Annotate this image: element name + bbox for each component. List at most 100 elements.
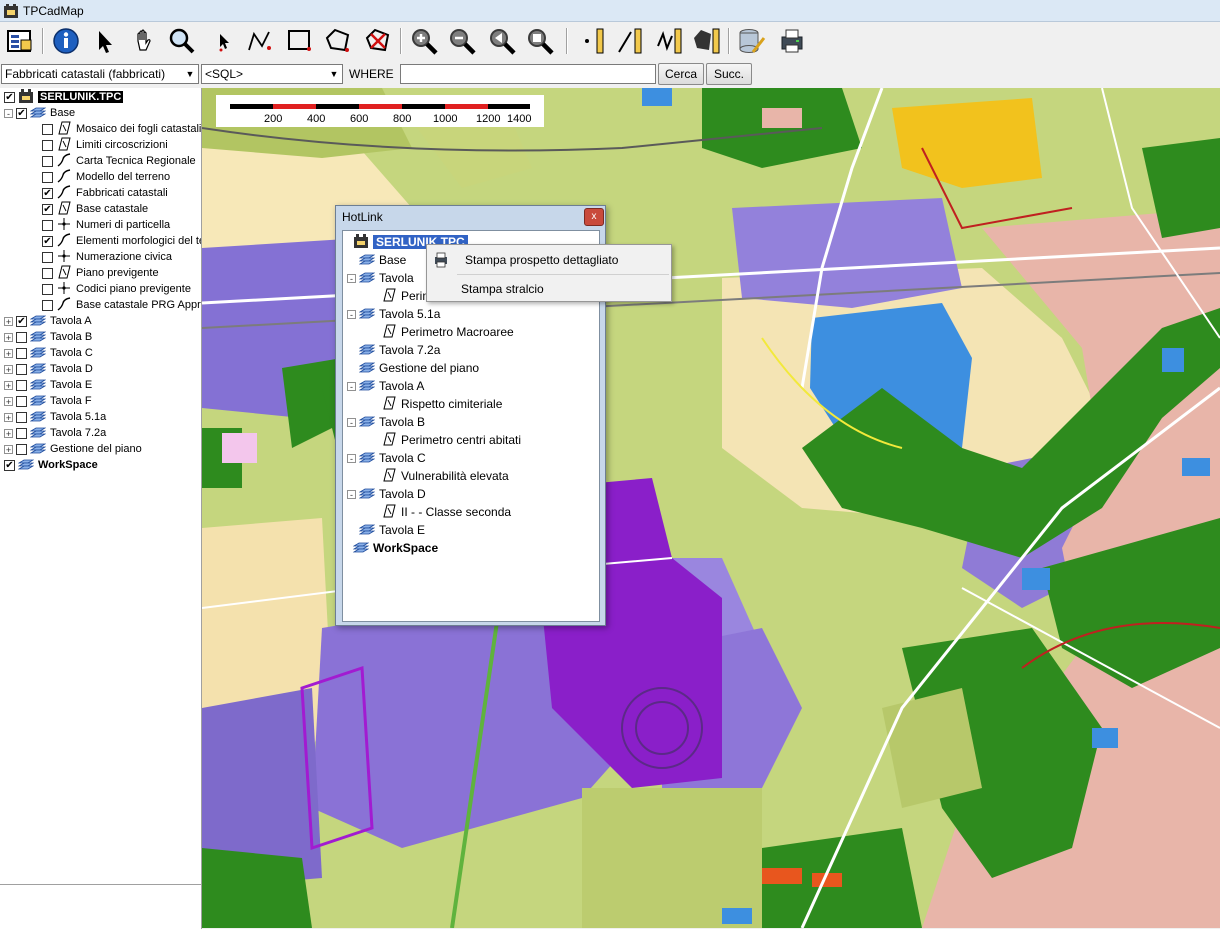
- layer-checkbox[interactable]: ✔: [16, 315, 27, 327]
- layer-checkbox[interactable]: [42, 267, 53, 279]
- layer-checkbox[interactable]: [16, 347, 27, 359]
- expand-toggle-icon[interactable]: +: [4, 316, 13, 326]
- select-polygon-icon[interactable]: [322, 25, 354, 57]
- info-icon[interactable]: [50, 25, 82, 57]
- layer-checkbox[interactable]: [42, 171, 53, 183]
- expand-toggle-icon[interactable]: +: [4, 396, 13, 406]
- select-line-icon[interactable]: [244, 25, 276, 57]
- expand-toggle-icon[interactable]: -: [347, 489, 356, 499]
- measure-polyline-icon[interactable]: [654, 25, 686, 57]
- hotlink-item[interactable]: Base: [359, 252, 406, 268]
- layer-checkbox[interactable]: [16, 411, 27, 423]
- find-button[interactable]: Cerca: [658, 63, 704, 85]
- next-button[interactable]: Succ.: [706, 63, 752, 85]
- expand-toggle-icon[interactable]: +: [4, 444, 13, 454]
- hotlink-item[interactable]: Gestione del piano: [359, 360, 479, 376]
- layer-manager-icon[interactable]: [4, 25, 36, 57]
- pan-hand-icon[interactable]: [128, 25, 160, 57]
- hotlink-item[interactable]: - Tavola C: [347, 450, 426, 466]
- chevron-down-icon[interactable]: ▼: [182, 65, 198, 83]
- expand-toggle-icon[interactable]: +: [4, 428, 13, 438]
- tree-layer-item[interactable]: ✔ Fabbricati catastali: [42, 184, 168, 201]
- tree-layer-item[interactable]: Codici piano previgente: [42, 281, 191, 297]
- layer-checkbox[interactable]: ✔: [4, 91, 15, 103]
- zoom-extent-icon[interactable]: [524, 25, 556, 57]
- layer-checkbox[interactable]: [16, 363, 27, 375]
- expand-toggle-icon[interactable]: -: [347, 309, 356, 319]
- layer-checkbox[interactable]: [42, 219, 53, 231]
- layer-checkbox[interactable]: [42, 299, 53, 311]
- where-input[interactable]: [400, 64, 656, 84]
- hotlink-item[interactable]: Tavola E: [359, 522, 425, 538]
- tree-layer-item[interactable]: ✔ Elementi morfologici del terreno: [42, 232, 201, 249]
- layer-checkbox[interactable]: [42, 155, 53, 167]
- close-icon[interactable]: x: [584, 208, 604, 226]
- layer-checkbox[interactable]: ✔: [16, 107, 27, 119]
- hotlink-item[interactable]: - Tavola A: [347, 378, 424, 394]
- expand-toggle-icon[interactable]: -: [347, 381, 356, 391]
- magnifier-icon[interactable]: [166, 25, 198, 57]
- tree-root[interactable]: ✔ SERLUNIK.TPC: [4, 88, 124, 105]
- expand-toggle-icon[interactable]: +: [4, 380, 13, 390]
- tree-layer-item[interactable]: Limiti circoscrizioni: [42, 137, 168, 153]
- expand-toggle-icon[interactable]: -: [347, 273, 356, 283]
- expand-toggle-icon[interactable]: -: [347, 417, 356, 427]
- sql-select[interactable]: <SQL> ▼: [201, 64, 343, 84]
- tree-group-item[interactable]: + ✔ Tavola A: [4, 313, 92, 329]
- layer-select[interactable]: Fabbricati catastali (fabbricati) ▼: [1, 64, 199, 84]
- tree-group-item[interactable]: + Tavola 5.1a: [4, 409, 106, 425]
- layer-checkbox[interactable]: [16, 379, 27, 391]
- tree-layer-item[interactable]: Mosaico dei fogli catastali: [42, 121, 201, 137]
- hotlink-item[interactable]: - Tavola: [347, 270, 414, 286]
- zoom-out-icon[interactable]: [446, 25, 478, 57]
- measure-point-icon[interactable]: [576, 25, 608, 57]
- tree-layer-item[interactable]: Piano previgente: [42, 265, 159, 281]
- hotlink-item[interactable]: Rispetto cimiteriale: [381, 396, 502, 412]
- tree-layer-item[interactable]: Base catastale PRG Approvato: [42, 296, 201, 313]
- layer-checkbox[interactable]: [16, 443, 27, 455]
- zoom-previous-icon[interactable]: [486, 25, 518, 57]
- layer-checkbox[interactable]: [16, 427, 27, 439]
- layer-checkbox[interactable]: ✔: [42, 203, 53, 215]
- tree-group-item[interactable]: + Tavola B: [4, 329, 92, 345]
- hotlink-item[interactable]: Perimetro centri abitati: [381, 432, 521, 448]
- measure-area-icon[interactable]: [690, 25, 722, 57]
- hotlink-workspace[interactable]: WorkSpace: [353, 540, 438, 556]
- print-icon[interactable]: [776, 25, 808, 57]
- layer-checkbox[interactable]: [16, 331, 27, 343]
- tree-group-item[interactable]: + Gestione del piano: [4, 441, 142, 457]
- tree-group-item[interactable]: + Tavola D: [4, 361, 93, 377]
- tree-layer-item[interactable]: Carta Tecnica Regionale: [42, 152, 196, 169]
- expand-toggle-icon[interactable]: -: [4, 108, 13, 118]
- tree-group-base[interactable]: - ✔ Base: [4, 105, 75, 121]
- measure-line-icon[interactable]: [614, 25, 646, 57]
- zoom-in-icon[interactable]: [408, 25, 440, 57]
- tree-layer-item[interactable]: Numeri di particella: [42, 217, 170, 233]
- hotlink-item[interactable]: - Tavola B: [347, 414, 425, 430]
- layer-checkbox[interactable]: [42, 123, 53, 135]
- expand-toggle-icon[interactable]: -: [347, 453, 356, 463]
- hotlink-item[interactable]: II - - Classe seconda: [381, 504, 511, 520]
- chevron-down-icon[interactable]: ▼: [326, 65, 342, 83]
- expand-toggle-icon[interactable]: +: [4, 412, 13, 422]
- expand-toggle-icon[interactable]: +: [4, 364, 13, 374]
- tree-workspace[interactable]: ✔ WorkSpace: [4, 457, 98, 473]
- tree-layer-item[interactable]: ✔ Base catastale: [42, 201, 148, 217]
- database-edit-icon[interactable]: [736, 25, 768, 57]
- menu-item-print-extract[interactable]: Stampa stralcio: [427, 277, 671, 301]
- layer-checkbox[interactable]: [42, 139, 53, 151]
- clear-selection-icon[interactable]: [362, 25, 394, 57]
- hotlink-item[interactable]: - Tavola 5.1a: [347, 306, 440, 322]
- tree-layer-item[interactable]: Modello del terreno: [42, 168, 170, 185]
- tree-layer-item[interactable]: Numerazione civica: [42, 249, 172, 265]
- small-pointer-icon[interactable]: [206, 25, 238, 57]
- hotlink-item[interactable]: - Tavola D: [347, 486, 426, 502]
- layer-checkbox[interactable]: ✔: [42, 187, 53, 199]
- hotlink-item[interactable]: Perimetro Macroaree: [381, 324, 514, 340]
- layer-checkbox[interactable]: ✔: [4, 459, 15, 471]
- tree-group-item[interactable]: + Tavola C: [4, 345, 93, 361]
- tree-group-item[interactable]: + Tavola E: [4, 377, 92, 393]
- layer-checkbox[interactable]: [16, 395, 27, 407]
- tree-group-item[interactable]: + Tavola F: [4, 393, 92, 409]
- menu-item-print-detailed[interactable]: Stampa prospetto dettagliato: [427, 248, 671, 272]
